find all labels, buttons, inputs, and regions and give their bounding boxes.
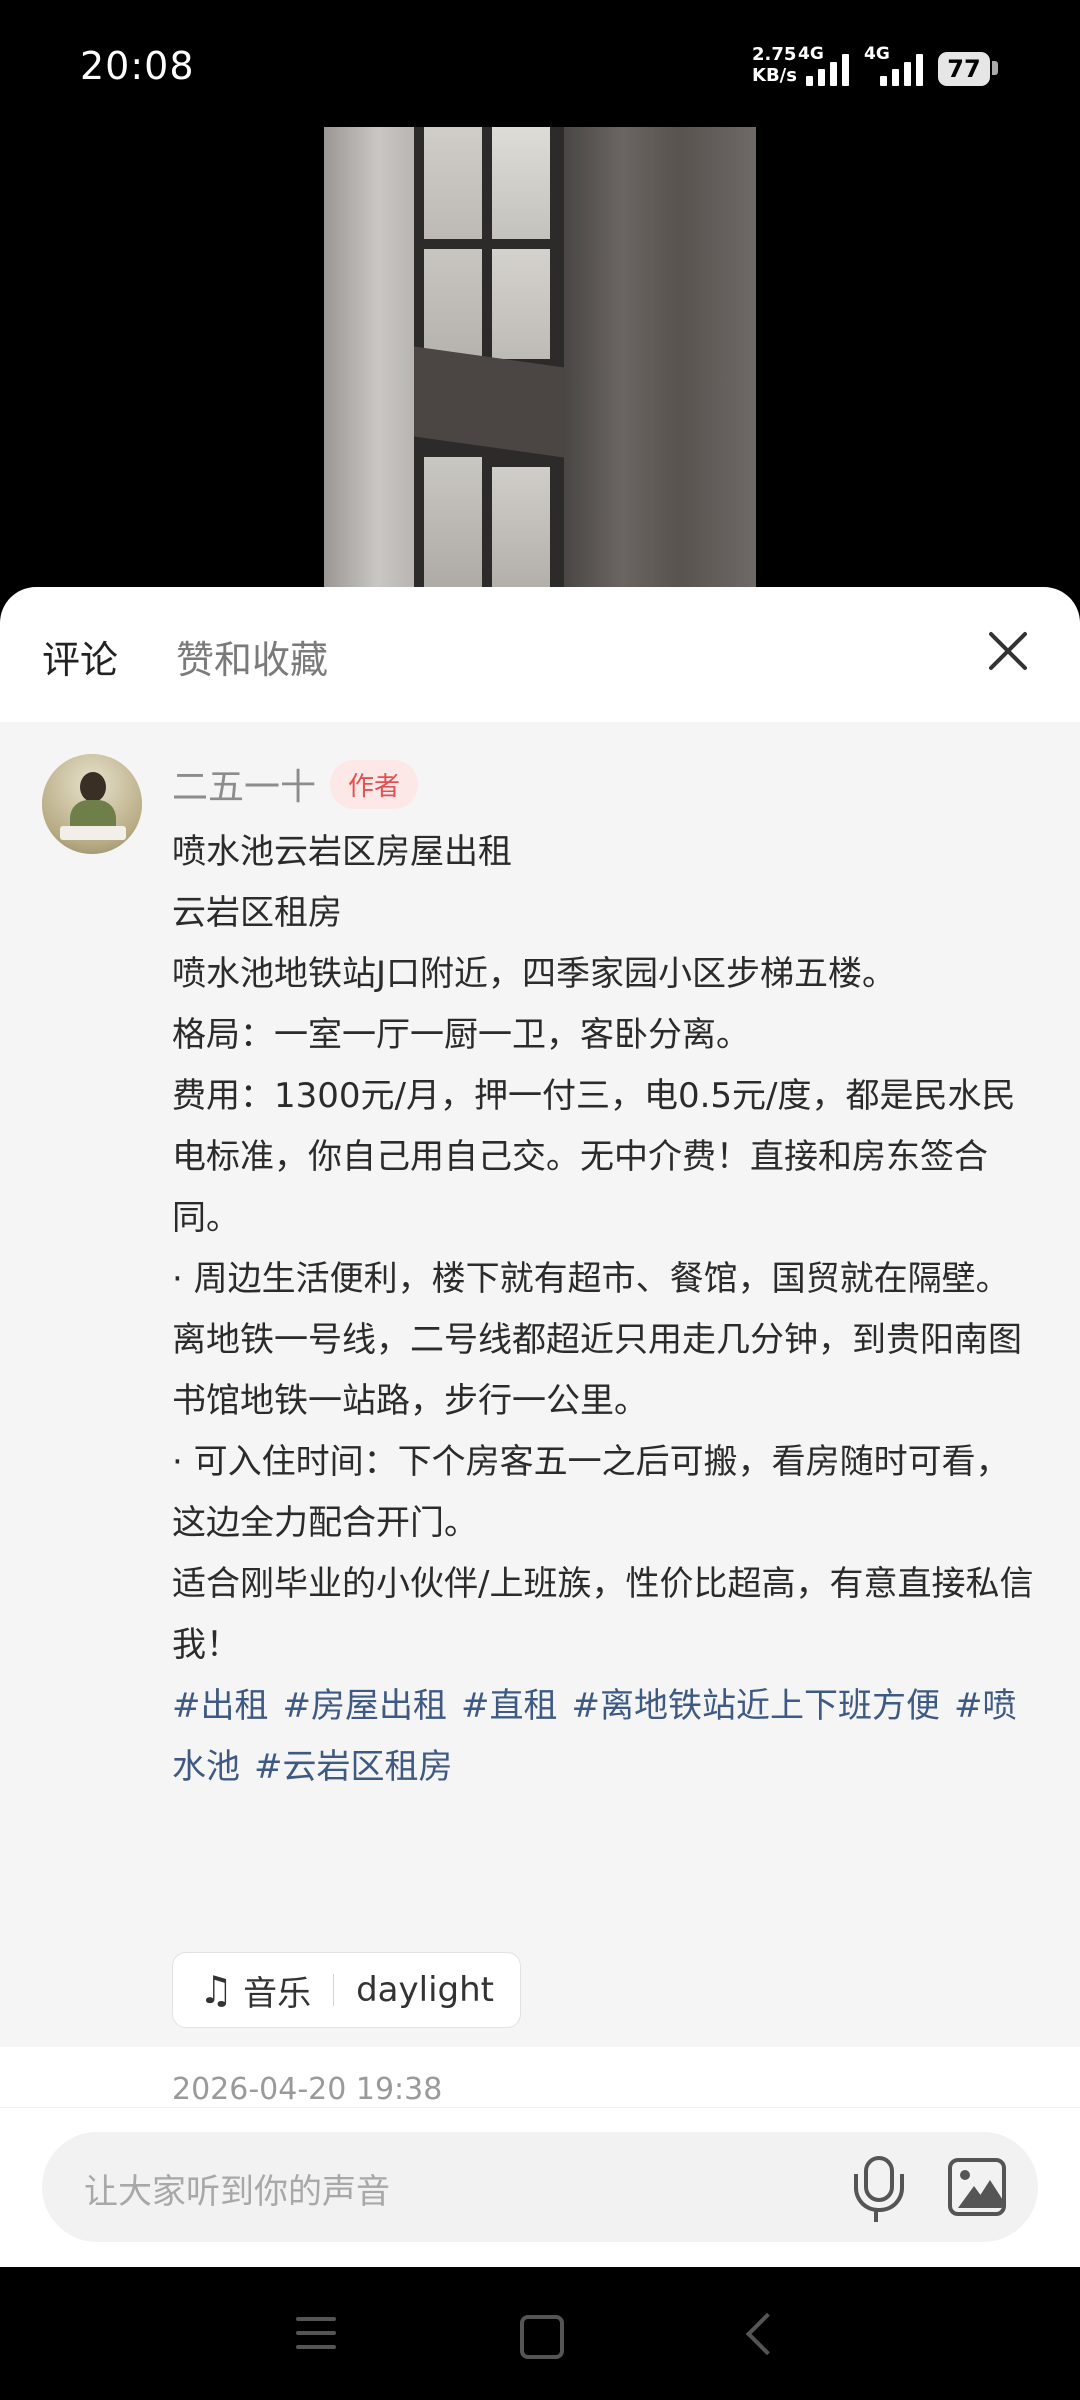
tab-comments[interactable]: 评论 bbox=[42, 629, 118, 684]
post-line: 适合刚毕业的小伙伴/上班族，性价比超高，有意直接私信我！ bbox=[172, 1564, 1034, 1665]
author-badge: 作者 bbox=[330, 759, 419, 809]
post-date: 2026-04-20 19:38 bbox=[172, 2072, 443, 2107]
network-speed: 2.75 KB/s bbox=[752, 44, 797, 86]
hashtag[interactable]: #离地铁站近上下班方便 bbox=[572, 1686, 941, 1726]
post-line: 格局：一室一厅一厨一卫，客卧分离。 bbox=[172, 1015, 750, 1055]
author-row: 二五一十 作者 bbox=[172, 758, 419, 810]
hashtags: #出租 #房屋出租 #直租 #离地铁站近上下班方便 #喷水池 #云岩区租房 bbox=[172, 1676, 1042, 1798]
signal-1-icon bbox=[806, 52, 849, 86]
comment-input[interactable]: 让大家听到你的声音 bbox=[42, 2132, 1038, 2242]
author-name[interactable]: 二五一十 bbox=[172, 758, 316, 810]
post-title: 喷水池云岩区房屋出租 bbox=[172, 832, 512, 872]
post-line: 喷水池地铁站J口附近，四季家园小区步梯五楼。 bbox=[172, 954, 897, 994]
image-icon[interactable] bbox=[948, 2158, 1006, 2216]
menu-icon[interactable] bbox=[296, 2317, 336, 2351]
music-label: 音乐 bbox=[243, 1973, 312, 2014]
tab-likes-favorites[interactable]: 赞和收藏 bbox=[176, 629, 328, 684]
post-content: 喷水池云岩区房屋出租 云岩区租房 喷水池地铁站J口附近，四季家园小区步梯五楼。 … bbox=[172, 822, 1042, 1798]
comments-sheet: 评论 赞和收藏 二五一十 作者 喷水池云岩区房屋出租 云岩区租房 喷水池地铁站J… bbox=[0, 587, 1080, 2267]
system-nav-bar bbox=[0, 2267, 1080, 2400]
network-speed-unit: KB/s bbox=[752, 65, 797, 86]
post-line: · 可入住时间：下个房客五一之后可搬，看房随时可看，这边全力配合开门。 bbox=[172, 1442, 1010, 1543]
music-chip[interactable]: ♫ 音乐 daylight bbox=[172, 1952, 521, 2028]
post-line: 云岩区租房 bbox=[172, 893, 342, 933]
sheet-tabs: 评论 赞和收藏 bbox=[0, 587, 1080, 722]
battery-icon: 77 bbox=[938, 52, 990, 86]
close-icon[interactable] bbox=[980, 623, 1036, 679]
signal-2-icon bbox=[880, 52, 923, 86]
microphone-icon[interactable] bbox=[850, 2154, 904, 2222]
music-note-icon: ♫ bbox=[199, 1968, 234, 2012]
status-time: 20:08 bbox=[80, 44, 195, 88]
home-icon[interactable] bbox=[520, 2315, 564, 2359]
avatar[interactable] bbox=[42, 754, 142, 854]
post-caption: 二五一十 作者 喷水池云岩区房屋出租 云岩区租房 喷水池地铁站J口附近，四季家园… bbox=[0, 722, 1080, 2107]
hashtag[interactable]: #出租 bbox=[172, 1686, 269, 1726]
post-line: 费用：1300元/月，押一付三，电0.5元/度，都是民水民电标准，你自己用自己交… bbox=[172, 1076, 1016, 1238]
music-separator bbox=[333, 1974, 335, 2006]
music-title: daylight bbox=[356, 1970, 494, 2010]
status-bar: 20:08 2.75 KB/s 4G 4G 77 bbox=[0, 0, 1080, 126]
comment-input-placeholder: 让大家听到你的声音 bbox=[84, 2172, 390, 2212]
back-icon[interactable] bbox=[745, 2312, 789, 2356]
hashtag[interactable]: #直租 bbox=[461, 1686, 558, 1726]
post-media[interactable] bbox=[324, 127, 756, 587]
hashtag[interactable]: #房屋出租 bbox=[283, 1686, 448, 1726]
network-speed-value: 2.75 bbox=[752, 44, 797, 65]
hashtag[interactable]: #云岩区租房 bbox=[254, 1747, 453, 1787]
post-line: · 周边生活便利，楼下就有超市、餐馆，国贸就在隔壁。离地铁一号线，二号线都超近只… bbox=[172, 1259, 1022, 1421]
comment-input-bar: 让大家听到你的声音 bbox=[0, 2107, 1080, 2267]
battery-tip bbox=[992, 61, 998, 75]
